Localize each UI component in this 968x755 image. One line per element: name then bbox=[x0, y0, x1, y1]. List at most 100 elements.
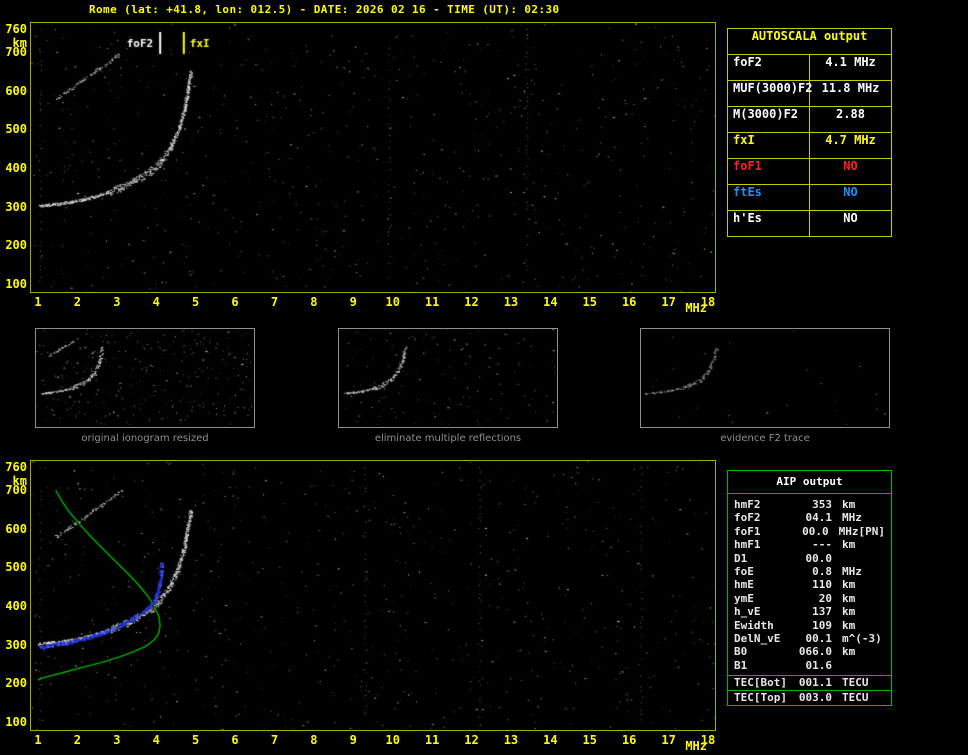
x-tick-label: 4 bbox=[152, 295, 160, 309]
autoscala-row-label: foF2 bbox=[728, 55, 810, 80]
x-tick-label: 12 bbox=[464, 295, 479, 309]
autoscala-row: ftEs NO bbox=[728, 185, 891, 211]
aip-row-unit: km bbox=[842, 618, 856, 632]
autoscala-row-value: 2.88 bbox=[836, 107, 865, 121]
y-tick-label: 760 bbox=[5, 460, 27, 474]
aip-row-value: 00.0 bbox=[802, 524, 829, 538]
x-tick-label: 11 bbox=[424, 733, 440, 747]
aip-row: hmF1 --- km bbox=[728, 538, 891, 551]
autoscala-row-value: NO bbox=[843, 159, 858, 173]
aip-row-unit: km bbox=[842, 498, 856, 511]
tec-row: TEC[Top] 003.0 TECU bbox=[728, 690, 891, 705]
tec-row-value: 003.0 bbox=[798, 691, 832, 705]
x-tick-label: 8 bbox=[310, 733, 318, 747]
aip-row-label: DelN_vE bbox=[734, 631, 781, 645]
thumbnail-original-canvas bbox=[36, 329, 252, 425]
x-tick-label: 5 bbox=[192, 295, 200, 309]
aip-rows: hmF2 353 km foF2 04.1 MHz foF1 00.0 MHz [PN] hmF1-… bbox=[728, 494, 891, 675]
y-tick-label: 500 bbox=[5, 122, 27, 137]
x-tick-label: 15 bbox=[582, 295, 597, 309]
tec-row-label: TEC[Bot] bbox=[734, 676, 787, 690]
autoscala-title: AUTOSCALA output bbox=[728, 29, 891, 55]
tec-row-unit: TECU bbox=[842, 691, 869, 705]
aip-row-unit: m^(-3) bbox=[842, 631, 882, 645]
aip-row: Ewidth 109 km bbox=[728, 619, 891, 632]
aip-row: B1 01.6 bbox=[728, 659, 891, 672]
aip-row-value: 20 bbox=[818, 591, 832, 605]
x-tick-label: 3 bbox=[113, 295, 121, 309]
y-tick-label: 100 bbox=[5, 715, 27, 729]
aip-row-unit: km bbox=[842, 605, 856, 619]
aip-row-value: 109 bbox=[812, 618, 832, 632]
tec-row-value: 001.1 bbox=[798, 676, 832, 690]
x-tick-label: 6 bbox=[231, 295, 239, 309]
aip-row-label: foF1 bbox=[734, 524, 761, 538]
x-tick-label: 9 bbox=[349, 295, 357, 309]
aip-row: h_vE 137 km bbox=[728, 605, 891, 618]
aip-row-label: D1 bbox=[734, 551, 748, 565]
aip-row-value: 01.6 bbox=[805, 658, 833, 672]
aip-row-unit: km bbox=[842, 591, 856, 605]
autoscala-row-label: fxI bbox=[728, 133, 810, 158]
autoscala-row: fxI 4.7 MHz bbox=[728, 133, 891, 159]
autoscala-row: h'Es NO bbox=[728, 211, 891, 236]
aip-row-label: foF2 bbox=[734, 511, 761, 525]
x-tick-label: 6 bbox=[231, 733, 239, 747]
autoscala-row: MUF(3000)F2 11.8 MHz bbox=[728, 81, 891, 107]
autoscala-row-value: 4.7 MHz bbox=[825, 133, 876, 147]
aip-row: B0 066.0 km bbox=[728, 645, 891, 658]
autoscala-row: foF1 NO bbox=[728, 159, 891, 185]
x-tick-label: 16 bbox=[621, 733, 637, 747]
aip-row-label: hmF2 bbox=[734, 498, 761, 511]
profile-ionogram-canvas bbox=[31, 461, 715, 730]
x-tick-label: 7 bbox=[270, 295, 279, 309]
x-tick-label: 10 bbox=[385, 295, 400, 309]
x-tick-label: 9 bbox=[349, 733, 357, 747]
tec-row: TEC[Bot] 001.1 TECU bbox=[728, 675, 891, 690]
aip-row: foE 0.8 MHz bbox=[728, 565, 891, 578]
aip-row-label: h_vE bbox=[734, 605, 761, 619]
tec-row-unit: TECU bbox=[842, 676, 869, 690]
aip-row-value: 04.1 bbox=[805, 511, 833, 525]
x-tick-label: 7 bbox=[270, 733, 279, 747]
x-tick-label: 10 bbox=[385, 733, 400, 747]
autoscala-row-label: M(3000)F2 bbox=[728, 107, 810, 132]
aip-row-value: --- bbox=[812, 538, 832, 552]
y-tick-label: 600 bbox=[5, 521, 27, 536]
y-tick-label: 760 bbox=[5, 22, 27, 36]
y-tick-label: 200 bbox=[5, 676, 27, 691]
x-tick-label: 11 bbox=[424, 295, 440, 309]
x-tick-label: 14 bbox=[543, 733, 558, 747]
aip-row: D1 00.0 bbox=[728, 552, 891, 565]
x-tick-label: 3 bbox=[113, 733, 121, 747]
autoscala-row-label: MUF(3000)F2 bbox=[728, 81, 812, 106]
y-axis-unit: km bbox=[12, 474, 27, 488]
aip-row-label: hmE bbox=[734, 578, 754, 592]
y-tick-label: 100 bbox=[5, 277, 27, 291]
autoscala-app-screen: Rome (lat: +41.8, lon: 012.5) - DATE: 20… bbox=[0, 0, 968, 755]
x-tick-label: 17 bbox=[661, 733, 676, 747]
x-tick-label: 17 bbox=[661, 295, 676, 309]
x-tick-label: 1 bbox=[34, 733, 42, 747]
aip-row: ymE 20 km bbox=[728, 592, 891, 605]
aip-row-unit: MHz bbox=[842, 511, 862, 525]
autoscala-row-value: 4.1 MHz bbox=[825, 55, 876, 69]
y-tick-label: 400 bbox=[5, 599, 27, 614]
thumbnail-no-multiple-reflections bbox=[338, 328, 558, 428]
aip-row: DelN_vE 00.1 m^(-3) bbox=[728, 632, 891, 645]
aip-row-label: foE bbox=[734, 564, 754, 578]
aip-row-value: 110 bbox=[812, 578, 832, 592]
aip-title: AIP output bbox=[728, 471, 891, 494]
main-ionogram-plot bbox=[30, 22, 716, 293]
aip-row-unit: MHz bbox=[838, 524, 859, 538]
autoscala-row-label: foF1 bbox=[728, 159, 810, 184]
aip-output-panel: AIP output hmF2 353 km foF2 04.1 MHz foF1 00.0 M… bbox=[727, 470, 892, 707]
x-tick-label: 15 bbox=[582, 733, 597, 747]
aip-row: foF1 00.0 MHz [PN] bbox=[728, 525, 891, 538]
x-tick-label: 2 bbox=[73, 295, 82, 309]
aip-row-unit: km bbox=[842, 538, 856, 552]
x-tick-label: 12 bbox=[464, 733, 479, 747]
x-tick-label: 2 bbox=[73, 733, 82, 747]
thumbnail-f2-trace bbox=[640, 328, 890, 428]
y-tick-label: 500 bbox=[5, 560, 27, 575]
